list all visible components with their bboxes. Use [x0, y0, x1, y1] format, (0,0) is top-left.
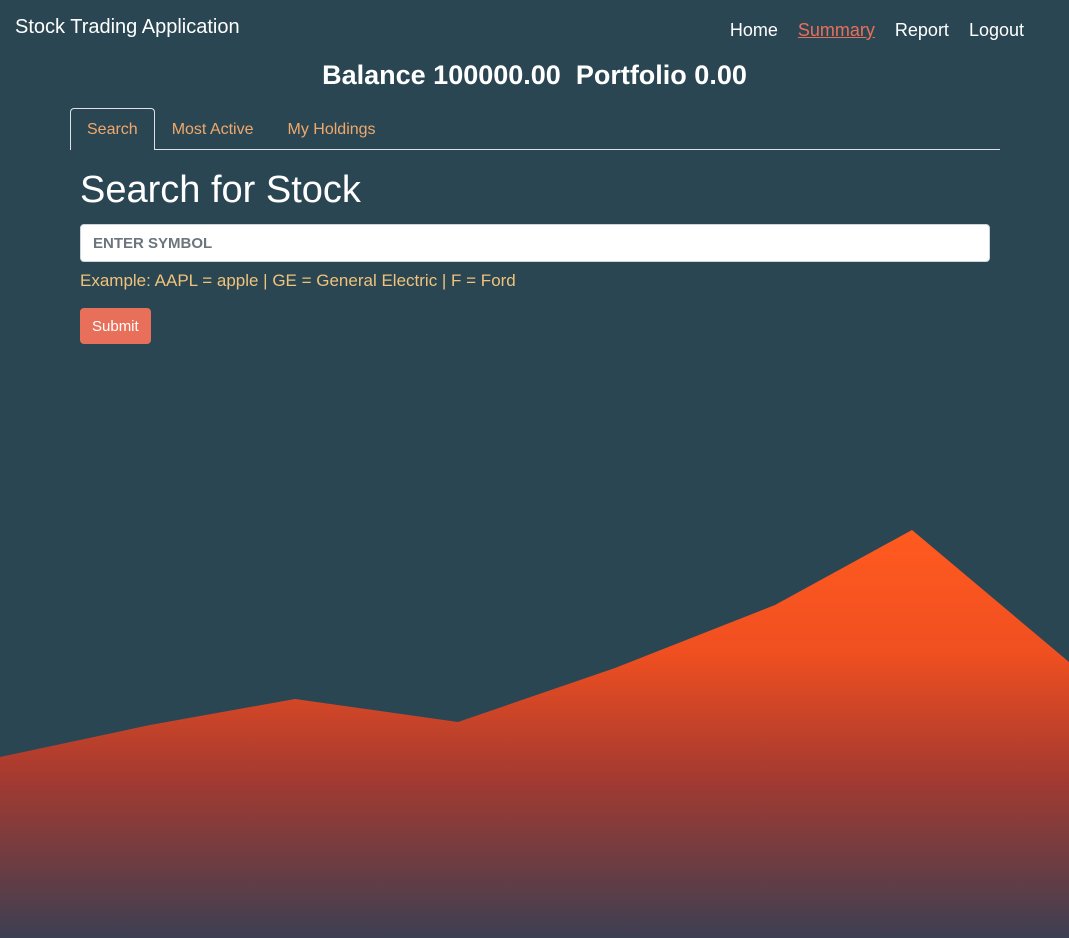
tab-bar: Search Most Active My Holdings	[70, 108, 1000, 150]
nav-report-link[interactable]: Report	[885, 20, 959, 41]
nav-summary-link[interactable]: Summary	[788, 20, 885, 41]
top-navbar: Stock Trading Application Home Summary R…	[0, 0, 1069, 60]
nav-links: Home Summary Report Logout	[720, 20, 1034, 41]
page-title: Search for Stock	[80, 169, 361, 211]
nav-home-link[interactable]: Home	[720, 20, 788, 41]
tab-search[interactable]: Search	[70, 108, 155, 150]
balance-portfolio-summary: Balance 100000.00 Portfolio 0.00	[322, 60, 747, 90]
brand-link[interactable]: Stock Trading Application	[15, 16, 240, 39]
nav-logout-link[interactable]: Logout	[959, 20, 1034, 41]
submit-button[interactable]: Submit	[80, 308, 151, 344]
search-panel: Search for Stock Example: AAPL = apple |…	[80, 166, 990, 344]
tab-most-active[interactable]: Most Active	[155, 108, 271, 150]
tab-my-holdings[interactable]: My Holdings	[271, 108, 393, 150]
symbol-search-input[interactable]	[80, 224, 990, 262]
example-hint-text: Example: AAPL = apple | GE = General Ele…	[80, 271, 516, 290]
